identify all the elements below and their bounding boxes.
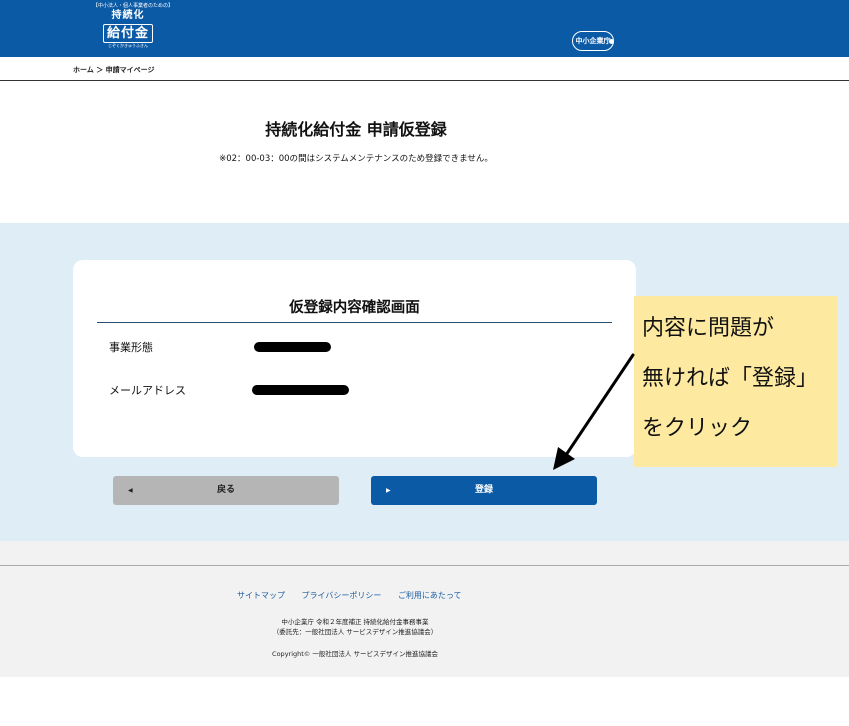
left-arrow-icon: ◀ xyxy=(128,487,133,494)
back-button-label: 戻る xyxy=(216,485,235,495)
callout-line-3: をクリック xyxy=(642,416,753,441)
page-title: 持続化給付金 申請仮登録 xyxy=(265,120,447,139)
confirmation-card: 仮登録内容確認画面 事業形態 メールアドレス xyxy=(73,260,636,457)
privacy-policy-link[interactable]: プライバシーポリシー xyxy=(302,591,382,600)
email-label: メールアドレス xyxy=(109,384,186,397)
terms-of-use-link[interactable]: ご利用にあたって xyxy=(398,591,462,600)
site-header: 【中小法人・個人事業者のための】 持続化 給付金 じぞくかきゅうふきん 中小企業… xyxy=(0,0,849,57)
footer-org-line: 中小企業庁 令和２年度補正 持続化給付金事務事業 xyxy=(281,618,429,626)
site-footer: サイトマップ プライバシーポリシー ご利用にあたって 中小企業庁 令和２年度補正… xyxy=(0,566,849,677)
business-type-redacted-value xyxy=(254,342,331,352)
maintenance-notice: ※02：00-03：00の間はシステムメンテナンスのため登録できません。 xyxy=(219,154,493,164)
footer-contractor-line: （委託先：一般社団法人 サービスデザイン推進協議会） xyxy=(272,628,438,636)
card-title-underline xyxy=(97,322,612,323)
agency-logo-dot-icon xyxy=(609,39,614,44)
agency-logo[interactable]: 中小企業庁 xyxy=(572,31,614,51)
logo-tagline: 【中小法人・個人事業者のための】 xyxy=(93,3,174,9)
site-logo[interactable]: 【中小法人・個人事業者のための】 持続化 給付金 じぞくかきゅうふきん xyxy=(93,3,174,53)
right-arrow-icon: ▶ xyxy=(386,487,391,494)
logo-subtitle: 持続化 xyxy=(111,10,145,21)
register-button[interactable]: ▶ 登録 xyxy=(371,476,597,505)
logo-main-text: 給付金 xyxy=(102,24,153,43)
logo-ruby: じぞくかきゅうふきん xyxy=(108,43,148,48)
breadcrumb-divider xyxy=(0,80,849,81)
instruction-callout: 内容に問題が 無ければ「登録」 をクリック xyxy=(634,296,837,467)
breadcrumb[interactable]: ホーム ＞ 申請マイページ xyxy=(73,65,155,75)
sitemap-link[interactable]: サイトマップ xyxy=(237,591,285,600)
callout-line-1: 内容に問題が xyxy=(642,316,775,341)
back-button[interactable]: ◀ 戻る xyxy=(113,476,339,505)
card-title: 仮登録内容確認画面 xyxy=(289,300,420,316)
footer-links: サイトマップ プライバシーポリシー ご利用にあたって xyxy=(237,590,476,601)
footer-spacer xyxy=(0,541,849,565)
business-type-label: 事業形態 xyxy=(109,341,153,354)
footer-copyright: Copyright© 一般社団法人 サービスデザイン推進協議会 xyxy=(272,650,438,658)
register-button-label: 登録 xyxy=(474,485,493,495)
callout-line-2: 無ければ「登録」 xyxy=(642,366,819,391)
email-redacted-value xyxy=(252,385,349,395)
